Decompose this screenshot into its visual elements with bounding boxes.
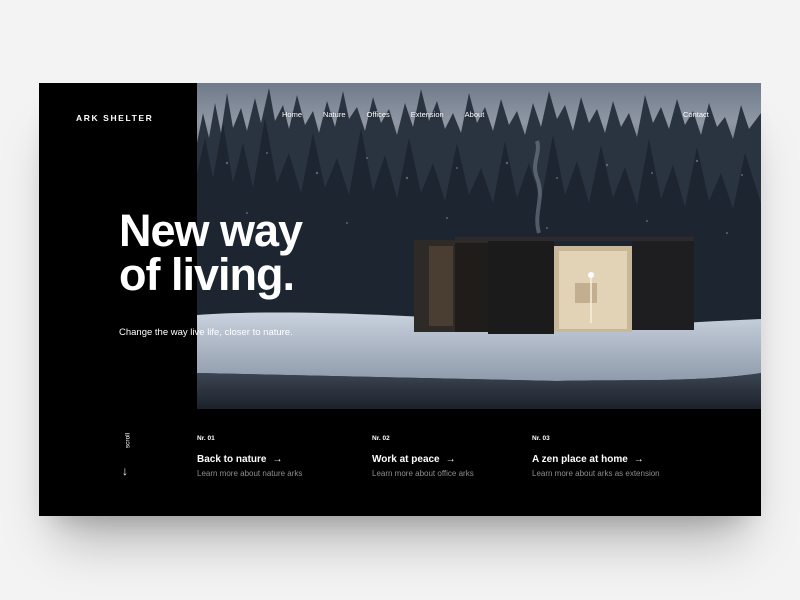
feature-title: Work at peace → bbox=[372, 454, 474, 465]
feature-title: A zen place at home → bbox=[532, 454, 660, 465]
feature-number: Nr. 03 bbox=[532, 435, 550, 442]
hero-subline: Change the way live life, closer to natu… bbox=[119, 327, 293, 338]
nav-item-extension[interactable]: Extension bbox=[411, 110, 444, 119]
feature-description: Learn more about office arks bbox=[372, 469, 474, 478]
feature-title-text: Work at peace bbox=[372, 454, 440, 465]
nav-item-nature[interactable]: Nature bbox=[323, 110, 346, 119]
nav-item-contact[interactable]: Contact bbox=[683, 110, 709, 119]
feature-title-text: A zen place at home bbox=[532, 454, 628, 465]
scroll-label: scroll bbox=[124, 432, 132, 449]
feature-description: Learn more about arks as extension bbox=[532, 469, 660, 478]
brand-logo[interactable]: ARK SHELTER bbox=[76, 113, 153, 123]
feature-zen-place[interactable]: Nr. 03 A zen place at home → Learn more a… bbox=[532, 435, 660, 478]
feature-number: Nr. 02 bbox=[372, 435, 390, 442]
arrow-down-icon: ↓ bbox=[122, 464, 128, 478]
arrow-right-icon: → bbox=[272, 454, 283, 465]
scroll-indicator[interactable]: scroll ↓ bbox=[121, 431, 135, 486]
arrow-right-icon: → bbox=[633, 454, 644, 465]
feature-description: Learn more about nature arks bbox=[197, 469, 303, 478]
nav-item-home[interactable]: Home bbox=[282, 110, 302, 119]
arrow-right-icon: → bbox=[445, 454, 456, 465]
feature-title: Back to nature → bbox=[197, 454, 302, 465]
hero-headline: New way of living. bbox=[119, 208, 379, 300]
feature-back-to-nature[interactable]: Nr. 01 Back to nature → Learn more about … bbox=[197, 435, 302, 478]
feature-title-text: Back to nature bbox=[197, 454, 267, 465]
feature-number: Nr. 01 bbox=[197, 435, 215, 442]
nav-item-about[interactable]: About bbox=[465, 110, 485, 119]
feature-work-at-peace[interactable]: Nr. 02 Work at peace → Learn more about o… bbox=[372, 435, 474, 478]
landing-card: ARK SHELTER Home Nature Offices Extensio… bbox=[39, 83, 761, 516]
nav-item-offices[interactable]: Offices bbox=[367, 110, 390, 119]
headline-line-2: of living. bbox=[119, 249, 295, 300]
main-nav: Home Nature Offices Extension About bbox=[282, 110, 505, 119]
